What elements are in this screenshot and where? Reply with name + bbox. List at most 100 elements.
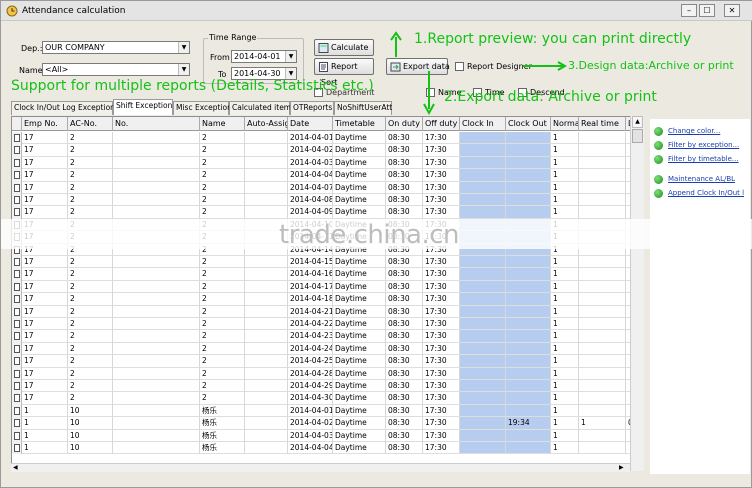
cell-off[interactable]: 17:30 [423, 206, 460, 219]
cell-tt[interactable]: Daytime [333, 156, 386, 170]
report-designer-checkbox[interactable] [455, 62, 464, 71]
cell-auto[interactable] [245, 355, 288, 368]
cell-emp[interactable]: 17 [22, 330, 68, 343]
cell-auto[interactable] [245, 268, 288, 281]
cell-emp[interactable]: 17 [22, 194, 68, 207]
cell-normal[interactable]: 1 [551, 169, 579, 182]
table-row[interactable]: 1 10 杨乐 2014-04-03 Daytime 08:30 17:30 1 [12, 429, 640, 442]
cell-emp[interactable]: 1 [22, 429, 68, 442]
grid-horizontal-scrollbar[interactable]: ◀ ▶ [11, 463, 630, 472]
calculate-button[interactable]: Calculate [314, 39, 374, 56]
cell-auto[interactable] [245, 392, 288, 405]
row-select-checkbox[interactable] [14, 332, 20, 341]
cell-ac[interactable]: 10 [68, 404, 113, 418]
cell-off[interactable]: 17:30 [423, 404, 460, 418]
col-date[interactable]: Date [288, 117, 333, 131]
row-select-checkbox[interactable] [14, 444, 20, 452]
cell-cin[interactable] [460, 144, 506, 157]
table-row[interactable]: 110杨乐2014-04-02Daytime08:3017:3019:34110… [12, 417, 640, 430]
cell-tt[interactable]: Daytime [333, 330, 386, 343]
cell-off[interactable]: 17:30 [423, 318, 460, 331]
cell-date[interactable]: 2014-04-21 [288, 305, 333, 318]
cell-auto[interactable] [245, 169, 288, 182]
cell-on[interactable]: 08:30 [386, 355, 423, 368]
cell-emp[interactable]: 17 [22, 380, 68, 393]
cell-off[interactable]: 17:30 [423, 342, 460, 356]
cell-ac[interactable]: 2 [68, 268, 113, 281]
cell-on[interactable]: 08:30 [386, 342, 423, 356]
row-select-checkbox[interactable] [14, 270, 20, 279]
col-clock-out[interactable]: Clock Out [506, 117, 551, 131]
row-indicator[interactable] [12, 429, 22, 442]
cell-real[interactable] [579, 429, 626, 442]
row-indicator[interactable] [12, 442, 22, 455]
cell-real[interactable] [579, 392, 626, 405]
cell-auto[interactable] [245, 305, 288, 318]
cell-emp[interactable]: 17 [22, 256, 68, 269]
minimize-button[interactable]: – [681, 4, 697, 17]
cell-name[interactable]: 杨乐 [200, 429, 245, 442]
cell-auto[interactable] [245, 404, 288, 418]
cell-on[interactable]: 08:30 [386, 404, 423, 418]
cell-auto[interactable] [245, 429, 288, 442]
cell-auto[interactable] [245, 280, 288, 294]
cell-no[interactable] [113, 330, 200, 343]
row-select-checkbox[interactable] [14, 158, 20, 167]
row-select-checkbox[interactable] [14, 282, 20, 291]
row-select-checkbox[interactable] [14, 295, 20, 304]
cell-auto[interactable] [245, 194, 288, 207]
cell-emp[interactable]: 17 [22, 367, 68, 380]
cell-real[interactable] [579, 380, 626, 393]
table-row[interactable]: 17 2 2 2014-04-03 Daytime 08:30 17:30 1 [12, 156, 640, 170]
cell-off[interactable]: 17:30 [423, 181, 460, 194]
row-select-checkbox[interactable] [14, 208, 20, 217]
from-date-input[interactable]: 2014-04-01 ▼ [231, 50, 297, 63]
cell-off[interactable]: 17:30 [423, 330, 460, 343]
cell-cout[interactable] [506, 156, 551, 170]
row-indicator[interactable] [12, 268, 22, 281]
cell-tt[interactable]: Daytime [333, 206, 386, 219]
table-row[interactable]: 17 2 2 2014-04-16 Daytime 08:30 17:30 1 [12, 268, 640, 281]
cell-cin[interactable] [460, 132, 506, 145]
cell-date[interactable]: 2014-04-04 [288, 442, 333, 455]
row-select-checkbox[interactable] [14, 382, 20, 390]
cell-emp[interactable]: 17 [22, 156, 68, 170]
row-indicator[interactable] [12, 318, 22, 331]
cell-emp[interactable]: 17 [22, 305, 68, 318]
table-row[interactable]: 17 2 2 2014-04-07 Daytime 08:30 17:30 1 [12, 181, 640, 194]
cell-emp[interactable]: 1 [22, 442, 68, 455]
cell-ac[interactable]: 10 [68, 417, 113, 430]
cell-cin[interactable] [460, 206, 506, 219]
row-indicator[interactable] [12, 280, 22, 294]
cell-tt[interactable]: Daytime [333, 442, 386, 455]
cell-no[interactable] [113, 156, 200, 170]
cell-date[interactable]: 2014-04-30 [288, 392, 333, 405]
cell-cout[interactable] [506, 355, 551, 368]
cell-cin[interactable] [460, 417, 506, 430]
row-select-checkbox[interactable] [14, 344, 20, 353]
tab-calculated-items[interactable]: Calculated items [229, 101, 295, 115]
cell-ac[interactable]: 10 [68, 442, 113, 455]
cell-no[interactable] [113, 280, 200, 294]
cell-no[interactable] [113, 367, 200, 380]
cell-ac[interactable]: 2 [68, 330, 113, 343]
cell-cin[interactable] [460, 305, 506, 318]
row-select-checkbox[interactable] [14, 419, 20, 428]
cell-cin[interactable] [460, 404, 506, 418]
cell-cout[interactable] [506, 392, 551, 405]
cell-cout[interactable] [506, 404, 551, 418]
cell-emp[interactable]: 17 [22, 293, 68, 306]
cell-on[interactable]: 08:30 [386, 181, 423, 194]
row-indicator[interactable] [12, 206, 22, 219]
cell-off[interactable]: 17:30 [423, 169, 460, 182]
cell-cout[interactable] [506, 380, 551, 393]
table-row[interactable]: 17 2 2 2014-04-17 Daytime 08:30 17:30 1 [12, 280, 640, 294]
cell-on[interactable]: 08:30 [386, 380, 423, 393]
cell-emp[interactable]: 17 [22, 206, 68, 219]
cell-no[interactable] [113, 318, 200, 331]
row-select-checkbox[interactable] [14, 307, 20, 316]
cell-cin[interactable] [460, 380, 506, 393]
row-select-checkbox[interactable] [14, 134, 20, 142]
cell-emp[interactable]: 17 [22, 268, 68, 281]
cell-on[interactable]: 08:30 [386, 206, 423, 219]
